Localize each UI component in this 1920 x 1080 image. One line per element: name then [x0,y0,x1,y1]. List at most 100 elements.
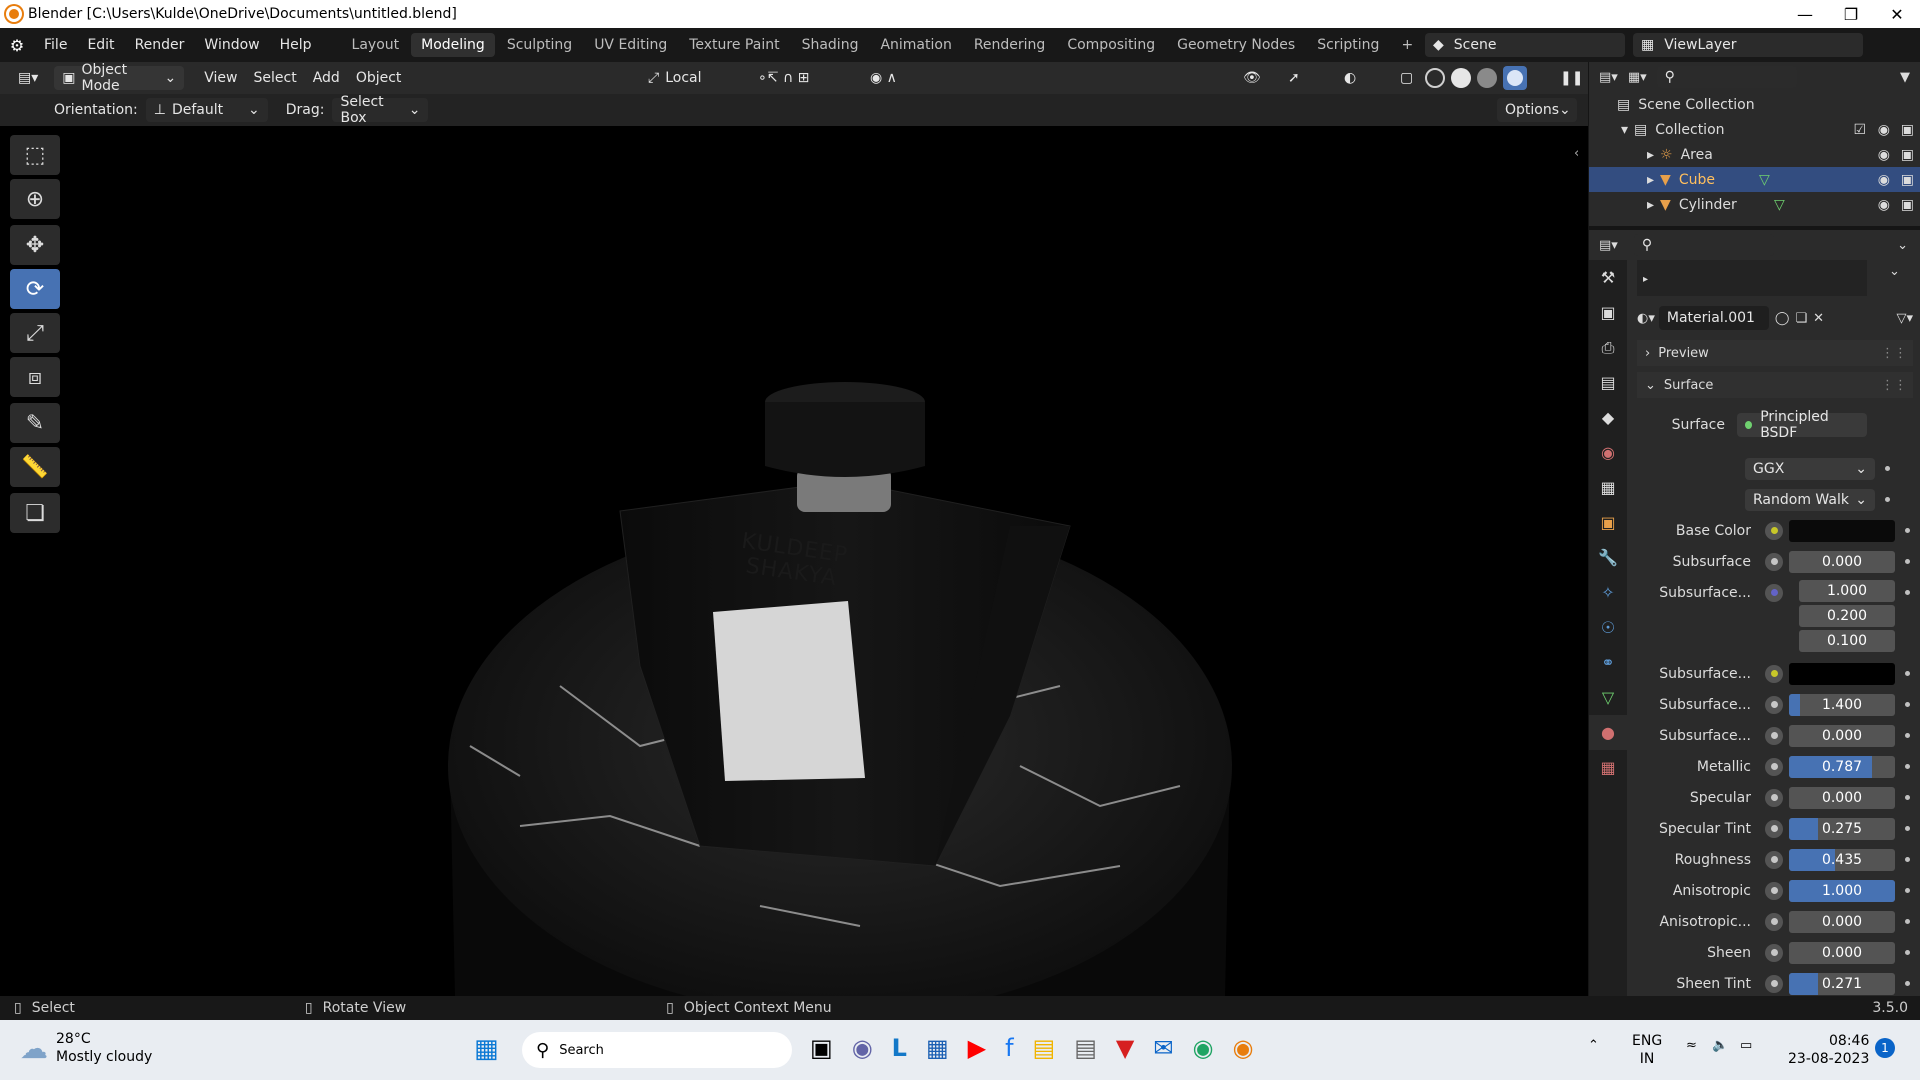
cursor-tool-icon[interactable]: ⊕ [10,179,60,219]
eye-icon[interactable]: ◉ [1878,122,1890,138]
tab-texture-paint[interactable]: Texture Paint [679,33,789,57]
minimize-button[interactable]: — [1782,0,1828,28]
filter-icon[interactable]: ▼ [1900,70,1910,85]
material-slots-list[interactable]: ▸ [1637,260,1867,296]
add-cube-tool-icon[interactable]: ❏ [10,493,60,533]
menu-view[interactable]: View [196,70,245,86]
tool-tab-icon[interactable]: ⚒ [1589,260,1627,295]
measure-tool-icon[interactable]: 📏 [10,447,60,487]
keyframe-dot-icon[interactable] [1905,559,1910,564]
input-socket-icon[interactable] [1765,974,1783,993]
input-socket-icon[interactable] [1765,881,1783,900]
properties-search-input[interactable]: ⚲ [1633,234,1774,256]
rendered-shading-button[interactable] [1503,66,1527,90]
physics-tab-icon[interactable]: ☉ [1589,610,1627,645]
mcafee-icon[interactable]: ▼ [1116,1034,1134,1062]
value-slider[interactable]: 0.435 [1789,848,1895,871]
surface-panel-header[interactable]: ⌄ Surface ⋮⋮ [1637,372,1913,398]
keyframe-dot-icon[interactable] [1905,590,1910,595]
value-slider[interactable]: 1.000 0.200 0.100 [1789,580,1895,652]
unlink-icon[interactable]: ✕ [1813,311,1824,326]
menu-add[interactable]: Add [305,70,348,86]
camera-icon[interactable]: ▣ [1901,197,1914,213]
view-layer-tab-icon[interactable]: ▤ [1589,365,1627,400]
render-tab-icon[interactable]: ▣ [1589,295,1627,330]
xray-icon[interactable]: ▢ [1392,70,1421,86]
keyframe-dot-icon[interactable] [1905,671,1910,676]
input-socket-icon[interactable] [1765,850,1783,869]
store-icon[interactable]: ▦ [926,1034,949,1062]
input-socket-icon[interactable] [1765,726,1783,745]
file-explorer-icon[interactable]: ▤ [1033,1034,1056,1062]
properties-editor-icon[interactable]: ▤▾ [1599,238,1618,253]
menu-window[interactable]: Window [194,37,269,53]
outliner-search-input[interactable]: ⚲ [1656,66,1797,88]
tab-geometry-nodes[interactable]: Geometry Nodes [1167,33,1305,57]
object-tab-icon[interactable]: ▣ [1589,505,1627,540]
keyframe-dot-icon[interactable] [1905,888,1910,893]
tab-layout[interactable]: Layout [342,33,410,57]
camera-icon[interactable]: ▣ [1901,122,1914,138]
texture-tab-icon[interactable]: ▦ [1589,750,1627,785]
keyframe-dot-icon[interactable] [1905,919,1910,924]
color-field[interactable] [1789,662,1895,685]
tab-scripting[interactable]: Scripting [1307,33,1389,57]
view-layer-selector[interactable]: ▦ ViewLayer [1633,33,1863,57]
drag-selector[interactable]: Select Box ⌄ [332,94,429,126]
tray-chevron-icon[interactable]: ⌃ [1588,1038,1599,1053]
input-socket-icon[interactable] [1765,912,1783,931]
menu-file[interactable]: File [34,37,77,53]
material-name-field[interactable]: Material.001 [1658,306,1769,330]
vector-component-field[interactable]: 0.200 [1799,605,1895,627]
chat-icon[interactable]: ◉ [852,1034,873,1062]
outlook-icon[interactable]: ✉ [1153,1034,1173,1062]
move-tool-icon[interactable]: ✥ [10,225,60,265]
material-browse-icon[interactable]: ◐▾ [1637,311,1655,326]
keyframe-dot-icon[interactable] [1905,981,1910,986]
outliner-collection[interactable]: ▾ ▤ Collection ☑ ◉ ▣ [1589,117,1920,142]
constraints-tab-icon[interactable]: ⚭ [1589,645,1627,680]
menu-edit[interactable]: Edit [77,37,124,53]
preview-panel-header[interactable]: › Preview ⋮⋮ [1637,340,1913,366]
scale-tool-icon[interactable]: ⤢ [10,313,60,353]
vector-component-field[interactable]: 1.000 [1799,580,1895,602]
chevron-down-icon[interactable]: ⌄ [1897,238,1908,253]
eye-icon[interactable]: ◉ [1878,147,1890,163]
particles-tab-icon[interactable]: ✧ [1589,575,1627,610]
mode-selector[interactable]: ▣ Object Mode ⌄ [54,62,185,94]
app-gray-icon[interactable]: ▤ [1074,1034,1097,1062]
battery-icon[interactable]: ▭ [1740,1038,1752,1053]
outliner-editor-icon[interactable]: ▤▾ [1599,70,1618,85]
clock[interactable]: 08:46 23-08-2023 [1788,1032,1869,1068]
eye-icon[interactable]: ◉ [1878,172,1890,188]
keyframe-dot-icon[interactable] [1905,528,1910,533]
value-slider[interactable]: 0.000 [1789,724,1895,747]
outliner-item-cube[interactable]: ▸ ▼ Cube ▽ ◉ ▣ [1589,167,1920,192]
input-socket-icon[interactable] [1765,757,1783,776]
color-field[interactable] [1789,519,1895,542]
outliner-item-area[interactable]: ▸ ☼ Area ◉ ▣ [1589,142,1920,167]
facebook-icon[interactable]: f [1005,1034,1013,1062]
eye-icon[interactable]: ◉ [1878,197,1890,213]
transform-tool-icon[interactable]: ⧈ [10,357,60,397]
input-socket-icon[interactable] [1765,664,1783,683]
value-slider[interactable]: 0.275 [1789,817,1895,840]
tab-shading[interactable]: Shading [792,33,869,57]
menu-select[interactable]: Select [246,70,305,86]
taskbar-search-input[interactable]: ⚲ Search [522,1032,792,1068]
annotate-tool-icon[interactable]: ✎ [10,403,60,443]
tab-compositing[interactable]: Compositing [1057,33,1165,57]
value-slider[interactable]: 1.400 [1789,693,1895,716]
camera-icon[interactable]: ▣ [1901,147,1914,163]
input-socket-icon[interactable] [1765,552,1783,571]
input-socket-icon[interactable] [1765,695,1783,714]
vector-component-field[interactable]: 0.100 [1799,630,1895,652]
windows-start-icon[interactable]: ▦ [474,1034,499,1064]
value-slider[interactable]: 1.000 [1789,879,1895,902]
snap-icon[interactable]: ∘↸ ∩ ⊞ [750,70,817,86]
3d-viewport[interactable]: KULDEEP SHAKYA ‹ [0,126,1588,996]
tab-animation[interactable]: Animation [870,33,961,57]
app-l-icon[interactable]: L [892,1034,907,1062]
camera-icon[interactable]: ▣ [1901,172,1914,188]
language-indicator[interactable]: ENG IN [1632,1032,1662,1068]
